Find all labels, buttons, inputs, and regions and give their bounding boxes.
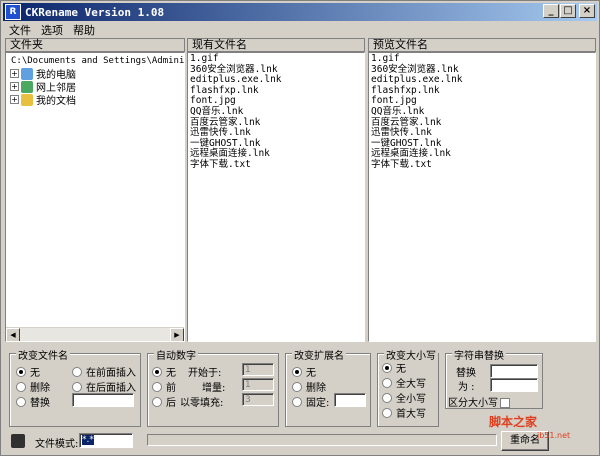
current-file-item[interactable]: 1.gif <box>190 53 362 65</box>
ext-fixed-radio[interactable]: 固定: <box>292 394 329 409</box>
group-title: 自动数字 <box>154 347 198 362</box>
watermark: 脚本之家 <box>489 415 538 429</box>
preview-file-item[interactable]: QQ音乐.lnk <box>371 106 593 118</box>
computer-icon <box>21 67 33 80</box>
folder-tree[interactable]: C:\Documents and Settings\Admini + 我的电脑 … <box>5 52 185 342</box>
maximize-button[interactable]: □ <box>560 4 576 18</box>
minimize-button[interactable]: _ <box>543 4 559 18</box>
folders-header: 文件夹 <box>5 38 185 52</box>
preview-file-item[interactable]: 字体下载.txt <box>371 159 593 171</box>
change-extension-group: 改变扩展名 无 删除 固定: <box>285 347 371 427</box>
number-none-radio[interactable]: 无 <box>152 364 176 379</box>
current-file-item[interactable]: QQ音乐.lnk <box>190 106 362 118</box>
close-button[interactable]: × <box>579 4 595 18</box>
name-text-input[interactable] <box>72 393 134 407</box>
horizontal-scrollbar[interactable]: ◀ ▶ <box>6 327 184 341</box>
scroll-right-icon[interactable]: ▶ <box>170 328 184 341</box>
expand-icon[interactable]: + <box>10 95 19 104</box>
name-replace-radio[interactable]: 替换 <box>16 394 50 409</box>
insert-back-radio[interactable]: 在后面插入 <box>72 379 136 394</box>
auto-number-group: 自动数字 无 前 后 开始于: 增量: 以零填充: 1 1 3 <box>147 347 279 427</box>
wand-icon <box>11 434 25 448</box>
title-bar: R CKRename Version 1.08 _ □ × <box>3 3 597 21</box>
preview-file-item[interactable]: 1.gif <box>371 53 593 65</box>
folder-icon <box>21 93 33 106</box>
app-icon: R <box>5 4 21 20</box>
tree-item-computer[interactable]: + 我的电脑 <box>8 67 182 81</box>
expand-icon[interactable]: + <box>10 69 19 78</box>
tree-item-network[interactable]: + 网上邻居 <box>8 80 182 94</box>
file-pattern-label: 文件模式: <box>35 439 79 450</box>
ext-text-input[interactable] <box>334 393 366 407</box>
preview-files-list[interactable]: 1.gif 360安全浏览器.lnk editplus.exe.lnk flashfx… <box>368 52 596 342</box>
number-back-radio[interactable]: 后 <box>152 394 176 409</box>
app-window: R CKRename Version 1.08 _ □ × 文件 选项 帮助 文… <box>0 0 600 456</box>
menu-options[interactable]: 选项 <box>41 22 63 38</box>
case-sensitive-checkbox[interactable]: 区分大小写 <box>448 394 510 409</box>
replace-from-input[interactable] <box>490 364 538 378</box>
preview-files-header: 预览文件名 <box>368 38 596 52</box>
menu-file[interactable]: 文件 <box>9 22 31 38</box>
with-label: 为 : <box>458 382 475 393</box>
increment-label: 增量: <box>202 383 226 394</box>
expand-icon[interactable]: + <box>10 82 19 91</box>
string-replace-group: 字符串替换 替换 为 : 区分大小写 <box>445 347 543 409</box>
group-title: 字符串替换 <box>452 347 506 362</box>
increment-input[interactable]: 1 <box>242 378 274 391</box>
group-title: 改变文件名 <box>16 347 70 362</box>
case-upper-radio[interactable]: 全大写 <box>382 375 426 390</box>
name-none-radio[interactable]: 无 <box>16 364 40 379</box>
group-title: 改变扩展名 <box>292 347 346 362</box>
number-front-radio[interactable]: 前 <box>152 379 176 394</box>
progress-bar <box>147 434 497 446</box>
name-delete-radio[interactable]: 删除 <box>16 379 50 394</box>
zero-fill-label: 以零填充: <box>180 398 224 409</box>
case-capital-radio[interactable]: 首大写 <box>382 405 426 420</box>
menu-help[interactable]: 帮助 <box>73 22 95 38</box>
case-none-radio[interactable]: 无 <box>382 360 406 375</box>
tree-label: C:\Documents and Settings\Admini <box>11 55 185 66</box>
window-title: CKRename Version 1.08 <box>25 5 165 19</box>
case-lower-radio[interactable]: 全小写 <box>382 390 426 405</box>
file-pattern-input[interactable]: *.* <box>79 433 133 448</box>
start-label: 开始于: <box>188 368 222 379</box>
change-name-group: 改变文件名 无 删除 替换 在前面插入 在后面插入 <box>9 347 141 427</box>
ext-none-radio[interactable]: 无 <box>292 364 316 379</box>
watermark-url: jb51.net <box>537 431 571 440</box>
replace-to-input[interactable] <box>490 378 538 392</box>
replace-label: 替换 <box>456 368 476 379</box>
insert-front-radio[interactable]: 在前面插入 <box>72 364 136 379</box>
ext-delete-radio[interactable]: 删除 <box>292 379 326 394</box>
network-icon <box>21 80 33 93</box>
current-files-header: 现有文件名 <box>187 38 365 52</box>
change-case-group: 改变大小写 无 全大写 全小写 首大写 <box>377 347 439 427</box>
start-input[interactable]: 1 <box>242 363 274 376</box>
scroll-left-icon[interactable]: ◀ <box>6 328 20 341</box>
current-file-item[interactable]: 字体下载.txt <box>190 159 362 171</box>
current-files-list[interactable]: 1.gif 360安全浏览器.lnk editplus.exe.lnk flashfx… <box>187 52 365 342</box>
tree-label: 我的文档 <box>36 96 76 107</box>
tree-item-root[interactable]: C:\Documents and Settings\Admini <box>8 54 185 67</box>
zero-fill-input[interactable]: 3 <box>242 393 274 406</box>
menu-bar: 文件 选项 帮助 <box>3 22 95 38</box>
tree-item-documents[interactable]: + 我的文档 <box>8 93 182 107</box>
